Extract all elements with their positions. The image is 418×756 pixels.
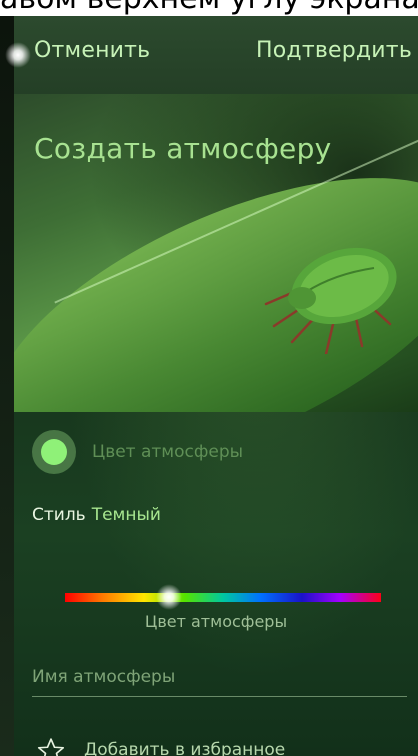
slider-handle[interactable]: [156, 584, 183, 610]
ambience-settings: Цвет атмосферы Стиль Темный Цвет атмосфер…: [14, 412, 418, 756]
ambience-color-swatch[interactable]: [41, 439, 67, 465]
favorite-label: Добавить в избранное: [84, 740, 286, 756]
create-ambience-dialog: Отменить Подтвердить Создать атмосферу Ц…: [14, 16, 418, 756]
ambience-color-label[interactable]: Цвет атмосферы: [92, 442, 243, 462]
style-key: Стиль: [32, 505, 86, 525]
input-underline: [32, 696, 407, 697]
cancel-button[interactable]: Отменить: [34, 38, 150, 63]
color-spectrum-slider[interactable]: [65, 593, 381, 602]
ambience-name-input[interactable]: [32, 658, 407, 696]
dialog-header: Отменить Подтвердить: [14, 16, 418, 94]
style-selector[interactable]: Стиль Темный: [32, 505, 161, 525]
left-screen-edge: [0, 16, 14, 756]
add-to-favorites-button[interactable]: Добавить в избранное: [36, 736, 396, 756]
dialog-title: Создать атмосферу: [34, 132, 332, 165]
star-outline-icon: [37, 738, 65, 756]
touch-indicator: [5, 42, 31, 68]
confirm-button[interactable]: Подтвердить: [256, 38, 412, 63]
ambience-image[interactable]: Создать атмосферу: [14, 94, 418, 412]
shield-bug-image: [264, 247, 397, 354]
style-value: Темный: [91, 505, 161, 525]
slider-label: Цвет атмосферы: [144, 612, 288, 631]
instruction-caption-text: авом верхнем углу экрана: [0, 0, 418, 14]
instruction-caption: авом верхнем углу экрана: [0, 0, 418, 16]
